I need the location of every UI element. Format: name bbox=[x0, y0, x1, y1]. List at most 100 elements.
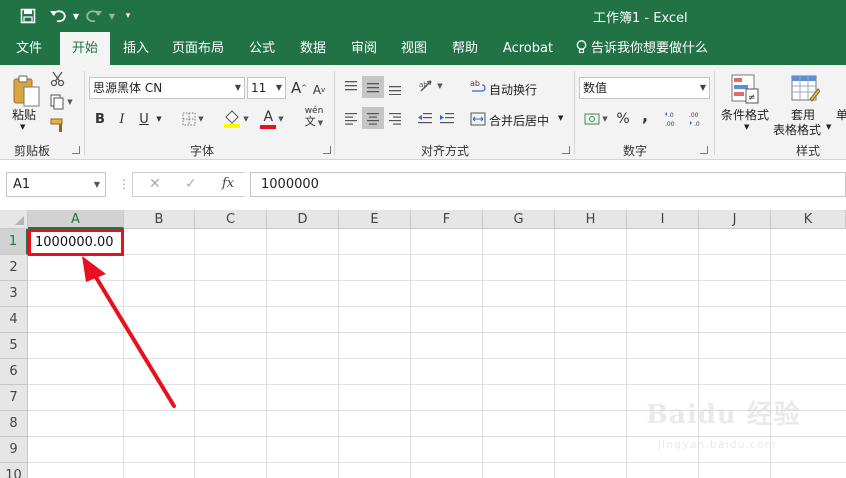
styles-group-label: 样式 bbox=[796, 144, 821, 158]
borders-icon[interactable]: ▼ bbox=[178, 110, 208, 128]
font-size-dropdown-icon[interactable]: ▼ bbox=[276, 78, 282, 98]
lightbulb-icon bbox=[576, 32, 587, 65]
svg-text:ab: ab bbox=[470, 79, 480, 88]
increase-decimal-icon[interactable]: .0.00 bbox=[664, 108, 684, 130]
format-as-table-icon[interactable] bbox=[788, 71, 822, 107]
conditional-formatting-label[interactable]: 条件格式 bbox=[721, 106, 769, 123]
accounting-format-icon[interactable]: ▼ bbox=[580, 108, 612, 130]
formula-bar: A1 ▼ ⋮ ✕ ✓ fx 1000000 bbox=[0, 160, 846, 210]
cell-styles-label[interactable]: 单 bbox=[836, 106, 846, 123]
name-box-value: A1 bbox=[13, 177, 31, 192]
alignment-launcher-icon[interactable] bbox=[562, 146, 570, 154]
undo-dropdown-icon[interactable]: ▼ bbox=[66, 6, 86, 26]
format-as-table-label-line2[interactable]: 表格格式 bbox=[773, 121, 821, 138]
underline-dropdown-icon[interactable]: ▼ bbox=[154, 110, 164, 128]
tab-formulas[interactable]: 公式 bbox=[240, 32, 284, 65]
worksheet-grid: A B C D E F G H I J K 1 2 3 4 5 6 7 8 9 … bbox=[0, 210, 846, 478]
grow-font-icon[interactable]: A ^ bbox=[291, 78, 307, 98]
wrap-text-icon[interactable]: ab bbox=[470, 78, 486, 96]
title-bar: ▼ ▼ ▾ 工作簿1 - Excel bbox=[0, 0, 846, 32]
tab-file[interactable]: 文件 bbox=[6, 32, 52, 65]
svg-text:≠: ≠ bbox=[748, 93, 756, 103]
name-box[interactable]: A1 ▼ bbox=[6, 172, 106, 197]
svg-text:ab: ab bbox=[419, 81, 428, 89]
font-size-value: 11 bbox=[251, 81, 267, 95]
wrap-text-label[interactable]: 自动换行 bbox=[489, 81, 537, 98]
cancel-icon[interactable]: ✕ bbox=[149, 176, 161, 192]
align-middle-icon[interactable] bbox=[362, 76, 384, 98]
font-size-combo[interactable]: 11 ▼ bbox=[247, 77, 286, 99]
tab-data[interactable]: 数据 bbox=[291, 32, 335, 65]
tell-me-search[interactable]: 告诉我你想要做什么 bbox=[576, 32, 710, 65]
merge-dropdown-icon[interactable]: ▼ bbox=[558, 114, 563, 122]
tab-review[interactable]: 审阅 bbox=[342, 32, 386, 65]
number-format-combo[interactable]: 数值 ▼ bbox=[579, 77, 710, 99]
format-painter-icon[interactable] bbox=[48, 116, 68, 134]
shrink-font-icon[interactable]: Av bbox=[311, 80, 327, 100]
paste-dropdown-icon[interactable]: ▼ bbox=[20, 123, 25, 131]
name-box-dropdown-icon[interactable]: ▼ bbox=[94, 173, 100, 196]
decrease-indent-icon[interactable] bbox=[416, 108, 434, 128]
phonetic-guide-icon[interactable]: wén 文 ▼ bbox=[298, 106, 330, 130]
number-group-label: 数字 bbox=[623, 144, 648, 158]
font-name-combo[interactable]: 思源黑体 CN ▼ bbox=[89, 77, 245, 99]
undo-icon[interactable] bbox=[48, 6, 68, 26]
align-left-icon[interactable] bbox=[342, 108, 360, 128]
ribbon-home: 粘贴 ▼ ▼ 剪贴板 思源黑体 CN ▼ 11 ▼ A ^ Av B I U ▼ ▼ … bbox=[0, 65, 846, 160]
paste-icon[interactable] bbox=[10, 71, 42, 111]
format-as-table-dropdown-icon[interactable]: ▼ bbox=[826, 123, 831, 131]
tab-help[interactable]: 帮助 bbox=[443, 32, 487, 65]
watermark-brand: Baidu 经验 bbox=[646, 400, 801, 430]
merge-center-label[interactable]: 合并后居中 bbox=[489, 112, 549, 129]
svg-text:.00: .00 bbox=[665, 121, 675, 128]
customize-qat-icon[interactable]: ▾ bbox=[118, 6, 138, 26]
tab-home[interactable]: 开始 bbox=[60, 32, 110, 65]
tell-me-text: 告诉我你想要做什么 bbox=[591, 41, 709, 56]
formula-input[interactable]: 1000000 bbox=[250, 172, 846, 197]
baidu-watermark: Baidu 经验 jingyan.baidu.com bbox=[640, 392, 810, 462]
group-separator bbox=[574, 71, 575, 155]
percent-style-button[interactable]: % bbox=[614, 110, 632, 128]
merge-center-icon[interactable] bbox=[470, 110, 486, 128]
font-name-dropdown-icon[interactable]: ▼ bbox=[235, 78, 241, 98]
increase-indent-icon[interactable] bbox=[438, 108, 456, 128]
cut-icon[interactable] bbox=[48, 70, 68, 88]
underline-button[interactable]: U bbox=[136, 110, 152, 128]
tab-view[interactable]: 视图 bbox=[392, 32, 436, 65]
bold-button[interactable]: B bbox=[92, 110, 108, 128]
font-name-value: 思源黑体 CN bbox=[93, 81, 163, 95]
svg-text:.0: .0 bbox=[668, 112, 674, 119]
tab-acrobat[interactable]: Acrobat bbox=[497, 32, 559, 65]
font-color-icon[interactable]: A ▼ bbox=[256, 108, 288, 130]
tab-insert[interactable]: 插入 bbox=[114, 32, 158, 65]
save-icon[interactable] bbox=[18, 6, 38, 26]
align-bottom-icon[interactable] bbox=[386, 78, 404, 98]
enter-icon[interactable]: ✓ bbox=[185, 176, 197, 192]
group-separator bbox=[84, 71, 85, 155]
tab-page-layout[interactable]: 页面布局 bbox=[166, 32, 230, 65]
clipboard-launcher-icon[interactable] bbox=[72, 146, 80, 154]
align-top-icon[interactable] bbox=[342, 76, 360, 96]
redo-icon[interactable] bbox=[84, 6, 104, 26]
paste-label[interactable]: 粘贴 bbox=[12, 106, 36, 123]
font-group-label: 字体 bbox=[190, 144, 215, 158]
align-right-icon[interactable] bbox=[386, 108, 404, 128]
fill-color-icon[interactable]: ▼ bbox=[220, 108, 252, 130]
formula-bar-grip-icon[interactable]: ⋮ bbox=[118, 177, 130, 191]
clipboard-group-label: 剪贴板 bbox=[14, 144, 51, 158]
conditional-formatting-dropdown-icon[interactable]: ▼ bbox=[744, 123, 749, 131]
group-separator bbox=[714, 71, 715, 155]
decrease-decimal-icon[interactable]: .00.0 bbox=[688, 108, 708, 130]
comma-style-button[interactable]: , bbox=[638, 106, 652, 125]
orientation-icon[interactable]: ab ▼ bbox=[416, 76, 446, 96]
font-launcher-icon[interactable] bbox=[323, 146, 331, 154]
number-launcher-icon[interactable] bbox=[700, 146, 708, 154]
ribbon-tabs: 文件 开始 插入 页面布局 公式 数据 审阅 视图 帮助 Acrobat 告诉我… bbox=[0, 32, 846, 65]
copy-icon[interactable]: ▼ bbox=[46, 93, 76, 111]
align-center-icon[interactable] bbox=[362, 107, 384, 129]
svg-text:.00: .00 bbox=[689, 112, 699, 119]
number-format-dropdown-icon[interactable]: ▼ bbox=[700, 78, 706, 98]
italic-button[interactable]: I bbox=[114, 110, 130, 128]
conditional-formatting-icon[interactable]: ≠ bbox=[728, 71, 762, 107]
insert-function-icon[interactable]: fx bbox=[222, 176, 234, 191]
